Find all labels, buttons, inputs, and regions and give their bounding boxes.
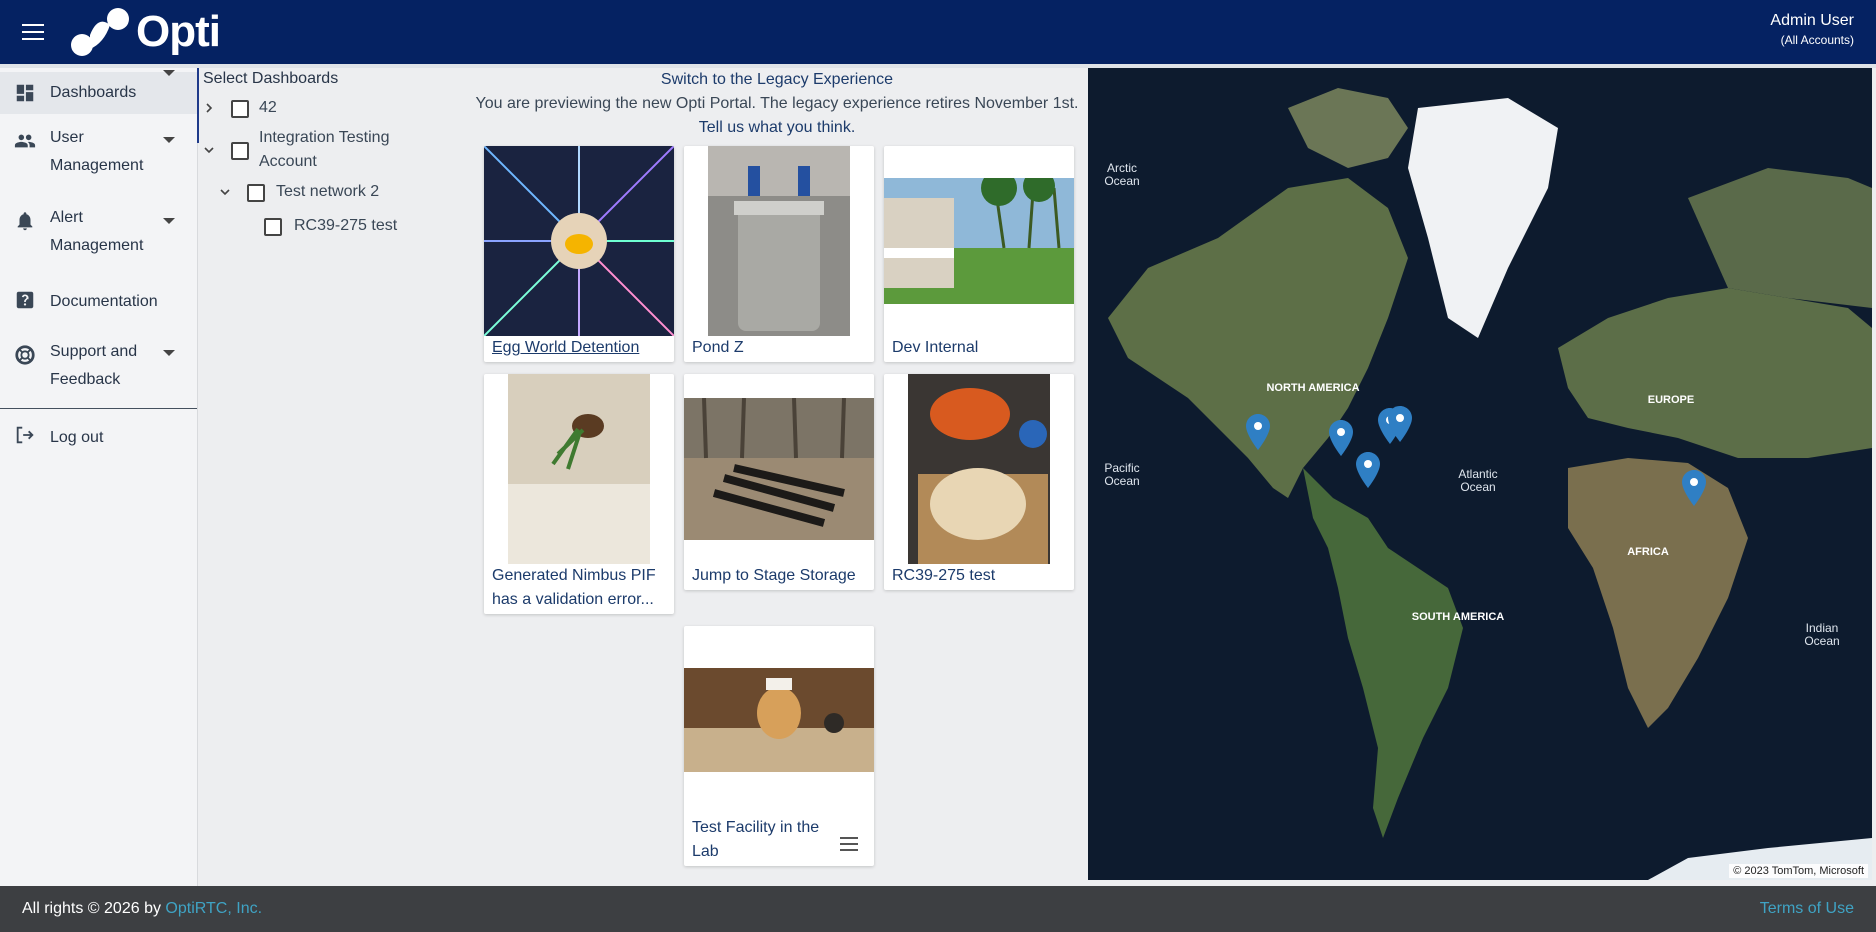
copyright-text: All rights © 2026 by	[22, 900, 161, 917]
tree-checkbox[interactable]	[231, 100, 249, 118]
tree-node-label: RC39-275 test	[294, 217, 398, 234]
dashboard-card[interactable]: RC39-275 test	[884, 374, 1074, 590]
chevron-right-icon[interactable]	[203, 102, 215, 114]
card-caption: Test Facility in the Lab	[692, 819, 820, 860]
dashboard-card[interactable]: Test Facility in the Lab	[684, 626, 874, 866]
map-label-africa: AFRICA	[1627, 546, 1669, 558]
sidebar-item-user-management[interactable]: User Management	[0, 70, 197, 178]
opti-logo-mark-icon	[71, 8, 129, 56]
sidebar-item-label: Documentation	[50, 293, 158, 310]
card-caption: Jump to Stage Storage	[692, 567, 856, 584]
opti-logo[interactable]: Opti	[68, 4, 221, 60]
card-image	[908, 374, 1050, 564]
dashboard-card[interactable]: Dev Internal	[884, 146, 1074, 362]
sidebar-item-label: Dashboards	[50, 84, 137, 101]
bell-icon	[17, 212, 33, 231]
world-map[interactable]: Arctic Ocean NORTH AMERICA EUROPE Pacifi…	[1088, 68, 1872, 880]
terms-link[interactable]: Terms of Use	[1760, 900, 1854, 918]
tree-node-label: Integration Testing Account	[259, 129, 390, 170]
sidebar-divider	[0, 408, 197, 409]
chevron-down-icon[interactable]	[163, 137, 175, 143]
tree-checkbox[interactable]	[264, 218, 282, 236]
logo-text: Opti	[136, 7, 221, 56]
card-image	[508, 374, 650, 564]
map-label-pacific: Pacific Ocean	[1104, 461, 1140, 488]
card-caption: Generated Nimbus PIF has a validation er…	[492, 567, 656, 608]
tree-node-label: 42	[259, 99, 277, 116]
map-pin-icon[interactable]	[1388, 406, 1412, 442]
hamburger-menu-icon[interactable]	[22, 24, 44, 40]
map-label-arctic: Arctic Ocean	[1104, 161, 1140, 188]
map-attribution: © 2023 TomTom, Microsoft	[1729, 864, 1868, 878]
sidebar-item-support-feedback[interactable]: Support and Feedback	[0, 338, 197, 394]
card-caption[interactable]: Egg World Detention	[492, 336, 670, 360]
map-pin-icon[interactable]	[1246, 414, 1270, 450]
card-image	[484, 146, 674, 336]
sidebar-item-dashboards[interactable]: Dashboards	[0, 72, 197, 114]
help-icon	[16, 291, 34, 309]
sidebar-item-label: User Management	[50, 129, 144, 174]
tree-focus-bar	[197, 68, 199, 143]
dashboard-card[interactable]: Jump to Stage Storage	[684, 374, 874, 590]
legacy-experience-link[interactable]: Switch to the Legacy Experience	[462, 68, 1092, 92]
feedback-link[interactable]: Tell us what you think.	[462, 116, 1092, 140]
user-name: Admin User	[1770, 12, 1854, 29]
tree-checkbox[interactable]	[231, 142, 249, 160]
map-pin-icon[interactable]	[1356, 452, 1380, 488]
company-link[interactable]: OptiRTC, Inc.	[165, 900, 262, 917]
map-pin-icon[interactable]	[1329, 420, 1353, 456]
sidebar-item-label: Support and Feedback	[50, 343, 138, 388]
people-icon	[14, 134, 36, 148]
tree-title: Select Dashboards	[203, 70, 339, 87]
map-label-north-america: NORTH AMERICA	[1266, 382, 1360, 394]
card-caption: RC39-275 test	[892, 567, 996, 584]
map-pin-icon[interactable]	[1682, 470, 1706, 506]
user-account: (All Accounts)	[1780, 33, 1854, 47]
card-caption: Dev Internal	[892, 339, 979, 356]
sidebar-nav: Dashboards User Management Alert Managem…	[0, 68, 198, 886]
sidebar-item-label: Log out	[50, 429, 104, 446]
caret-down-icon	[163, 70, 175, 76]
top-app-bar: Opti Admin User (All Accounts)	[0, 0, 1876, 64]
map-label-atlantic: Atlantic Ocean	[1458, 467, 1498, 494]
tree-checkbox[interactable]	[247, 184, 265, 202]
map-label-south-america: SOUTH AMERICA	[1411, 611, 1505, 623]
card-menu-icon[interactable]	[840, 837, 858, 851]
chevron-down-icon[interactable]	[203, 144, 215, 156]
footer-copyright: All rights © 2026 by OptiRTC, Inc.	[22, 900, 262, 918]
map-label-indian: Indian Ocean	[1804, 621, 1840, 648]
sidebar-item-label: Alert Management	[50, 209, 144, 254]
logout-icon	[16, 426, 34, 444]
dashboard-card[interactable]: Pond Z	[684, 146, 874, 362]
dashboard-card[interactable]: Generated Nimbus PIF has a validation er…	[484, 374, 674, 614]
chevron-down-icon[interactable]	[219, 186, 231, 198]
chevron-down-icon[interactable]	[163, 218, 175, 224]
tree-node-label: Test network 2	[276, 183, 380, 200]
dashboard-card[interactable]: Egg World Detention	[484, 146, 674, 362]
card-caption: Pond Z	[692, 339, 744, 356]
chevron-down-icon[interactable]	[163, 350, 175, 356]
dashboard-tree: Select Dashboards 42 Integration Testing…	[197, 68, 462, 886]
user-menu[interactable]: Admin User (All Accounts)	[1770, 12, 1854, 47]
footer: All rights © 2026 by OptiRTC, Inc. Terms…	[0, 886, 1876, 932]
card-image	[684, 668, 874, 772]
sidebar-item-logout[interactable]: Log out	[0, 418, 197, 458]
sidebar-item-documentation[interactable]: Documentation	[0, 284, 197, 320]
sidebar-item-alert-management[interactable]: Alert Management	[0, 202, 197, 258]
dashboard-icon	[16, 84, 34, 102]
lifebuoy-icon	[15, 345, 35, 365]
map-label-europe: EUROPE	[1647, 394, 1695, 406]
preview-notice: You are previewing the new Opti Portal. …	[475, 95, 1079, 112]
card-image	[708, 146, 850, 336]
card-image	[884, 178, 1074, 304]
card-image	[684, 398, 874, 540]
